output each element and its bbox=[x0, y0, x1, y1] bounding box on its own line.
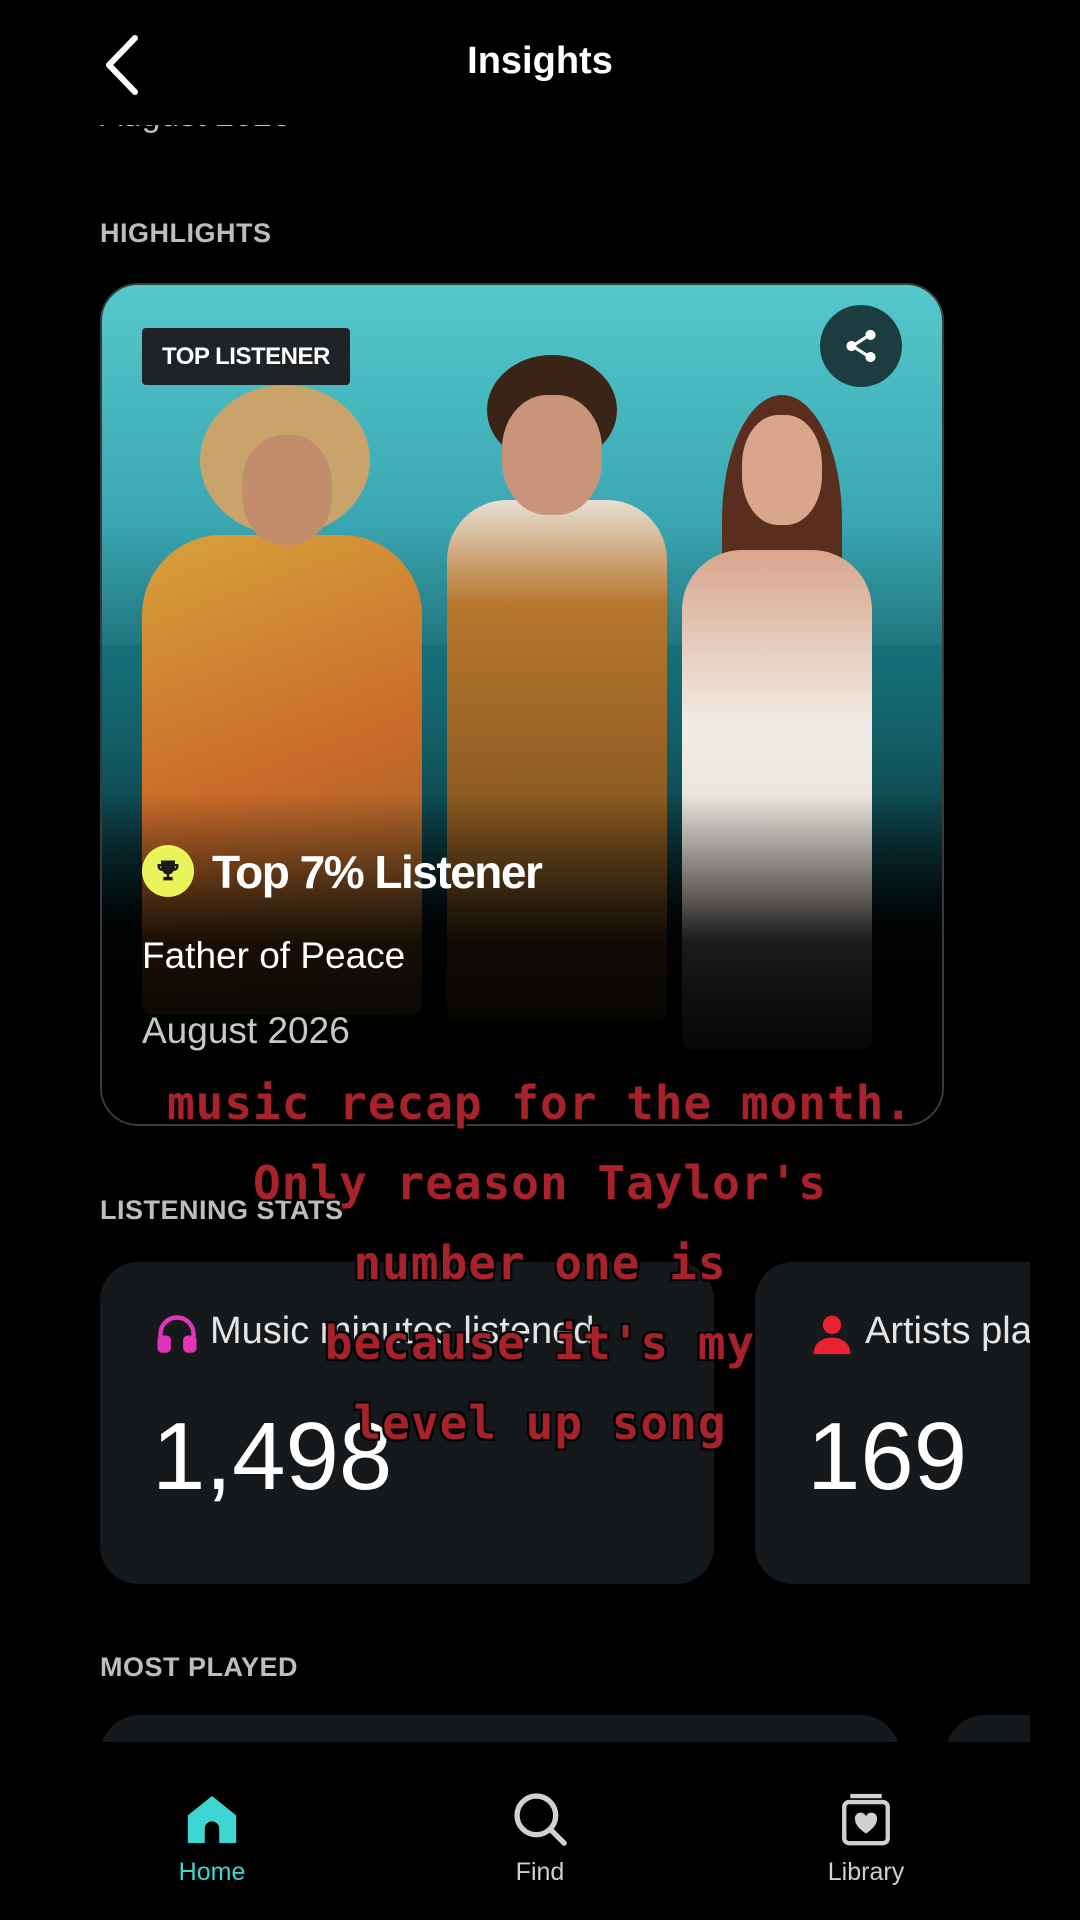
top-listener-badge: TOP LISTENER bbox=[142, 328, 350, 385]
nav-find[interactable]: Find bbox=[440, 1742, 640, 1920]
page-title: Insights bbox=[467, 40, 613, 82]
nav-home[interactable]: Home bbox=[112, 1742, 312, 1920]
artist-photo-figure bbox=[502, 395, 602, 515]
nav-label: Library bbox=[827, 1858, 905, 1886]
search-icon bbox=[514, 1793, 567, 1846]
share-button[interactable] bbox=[820, 305, 902, 387]
video-caption-line: music recap for the month. bbox=[166, 1076, 914, 1130]
video-caption-line: Only reason Taylor's bbox=[253, 1156, 827, 1210]
top-bar: Insights bbox=[0, 0, 1080, 125]
top-listener-card[interactable]: TOP LISTENER Top 7% Listener Father of P… bbox=[100, 283, 944, 1126]
artist-name: Father of Peace bbox=[142, 935, 406, 976]
highlights-section-label: HIGHLIGHTS bbox=[100, 218, 272, 248]
nav-label: Home bbox=[178, 1858, 246, 1886]
video-caption-line: level up song bbox=[353, 1396, 727, 1450]
video-caption-line: because it's my bbox=[324, 1316, 756, 1370]
video-caption-line: number one is bbox=[353, 1236, 727, 1290]
share-icon bbox=[846, 329, 876, 363]
home-icon bbox=[187, 1796, 237, 1844]
listener-rank-headline: Top 7% Listener bbox=[212, 846, 543, 898]
library-icon bbox=[842, 1793, 890, 1846]
bottom-nav: Home Find Library bbox=[0, 1742, 1080, 1920]
artist-photo-figure bbox=[742, 415, 822, 525]
card-date: August 2026 bbox=[142, 1010, 350, 1051]
artist-photo-figure bbox=[242, 435, 332, 545]
most-played-section-label: MOST PLAYED bbox=[100, 1652, 299, 1682]
nav-label: Find bbox=[515, 1858, 565, 1886]
trophy-icon bbox=[142, 845, 194, 897]
nav-library[interactable]: Library bbox=[766, 1742, 966, 1920]
